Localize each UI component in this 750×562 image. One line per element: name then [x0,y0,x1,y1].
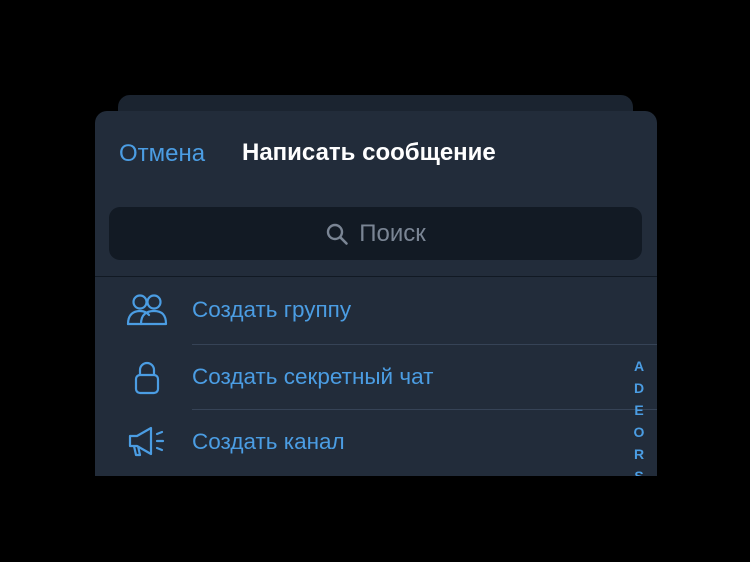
cancel-button[interactable]: Отмена [119,140,205,168]
index-letter[interactable]: A [634,355,644,377]
alphabet-index[interactable]: A D E O R S [631,355,647,476]
group-icon [125,291,169,329]
index-letter[interactable]: O [634,421,645,443]
page-title: Написать сообщение [242,139,496,166]
create-secret-chat-button[interactable]: Создать секретный чат [95,344,657,410]
search-icon [325,222,349,246]
create-secret-chat-label: Создать секретный чат [192,364,434,389]
create-group-button[interactable]: Создать группу [95,277,657,343]
create-channel-label: Создать канал [192,429,345,454]
create-channel-button[interactable]: Создать канал [95,409,657,475]
search-input[interactable]: Поиск [109,207,642,260]
index-letter[interactable]: E [634,399,643,421]
sheet-header: Отмена Написать сообщение [95,111,657,196]
lock-icon [125,358,169,396]
search-placeholder: Поиск [359,219,426,247]
index-letter[interactable]: R [634,443,644,465]
index-letter[interactable]: S [634,465,643,476]
create-group-label: Создать группу [192,297,352,322]
index-letter[interactable]: D [634,377,644,399]
megaphone-icon [125,423,169,461]
new-message-sheet: Отмена Написать сообщение Поиск Создать … [95,111,657,476]
